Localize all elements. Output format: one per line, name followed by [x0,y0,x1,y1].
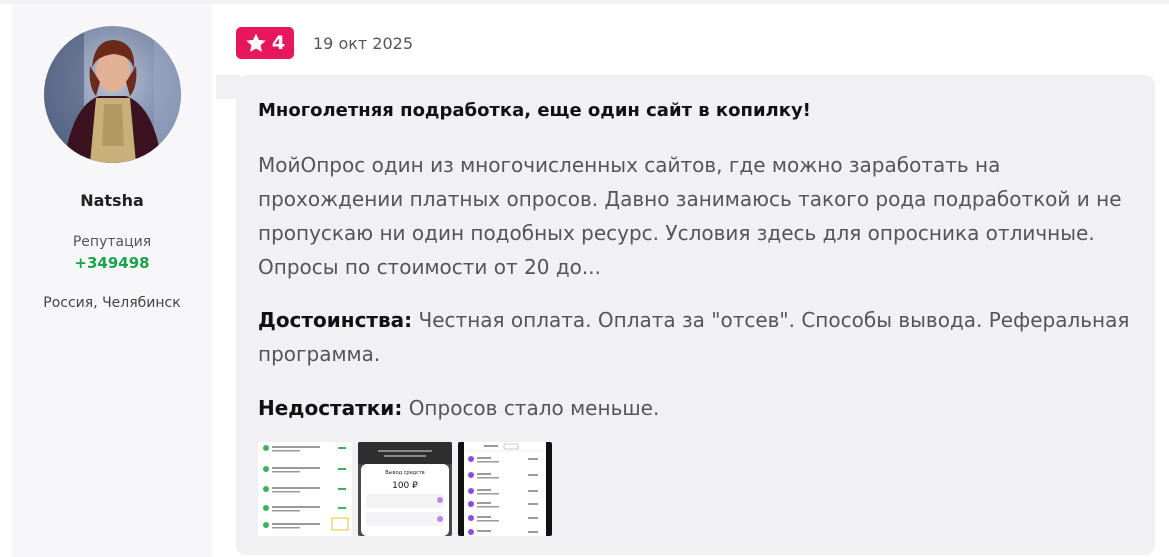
review-date: 19 окт 2025 [313,34,414,53]
cons-text: Опросов стало меньше. [408,396,660,420]
thumbnail-history[interactable] [458,442,552,536]
review-body[interactable]: МойОпрос один из многочисленных сайтов, … [258,148,1138,284]
thumbnail-withdraw[interactable]: Вывод средств 100 ₽ [358,442,452,536]
pros-label: Достоинства: [258,308,413,332]
user-location: Россия, Челябинск [43,295,181,311]
rating-badge: 4 [236,27,294,59]
reputation-value: +349498 [74,254,150,272]
review-cons: Недостатки: Опросов стало меньше. [258,391,1148,425]
avatar[interactable] [44,26,181,163]
thumbnail-gallery: Вывод средств 100 ₽ [258,442,552,536]
user-name[interactable]: Natsha [12,191,212,210]
review-pros: Достоинства: Честная оплата. Оплата за "… [258,303,1148,371]
user-card: Natsha Репутация +349498 Россия, Челябин… [12,4,212,557]
thumb-withdraw-heading: Вывод средств [385,470,425,476]
thumb-withdraw-amount: 100 ₽ [392,481,418,491]
reputation-label: Репутация [72,234,152,250]
review-title[interactable]: Многолетняя подработка, еще один сайт в … [258,100,811,121]
rating-value: 4 [271,32,286,54]
review-bubble: Многолетняя подработка, еще один сайт в … [236,75,1155,555]
cons-label: Недостатки: [258,396,403,420]
star-icon [246,33,266,52]
thumbnail-payments[interactable] [258,442,352,536]
